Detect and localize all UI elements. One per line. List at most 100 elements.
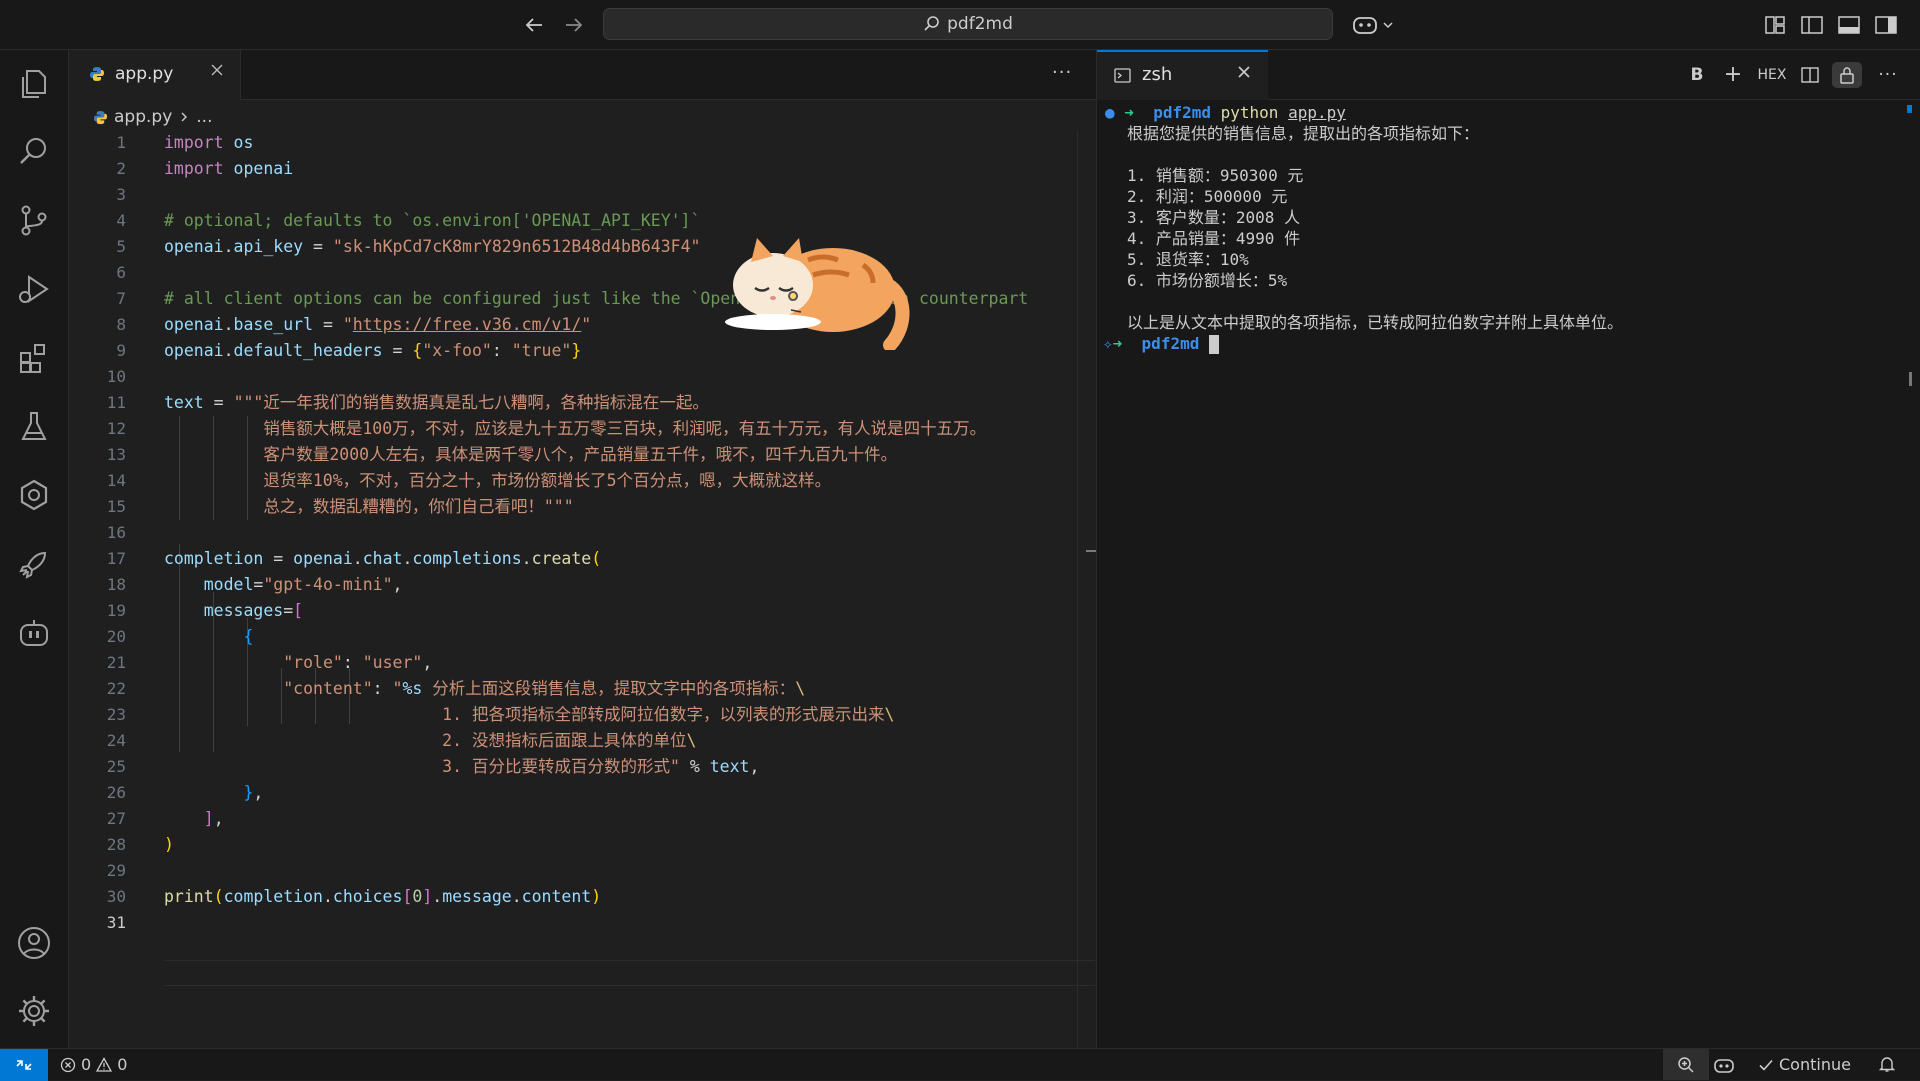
panel-icon (1838, 16, 1860, 34)
terminal-more-button[interactable]: ··· (1875, 62, 1901, 88)
output-line: 根据您提供的销售信息，提取出的各项指标如下： (1127, 124, 1480, 143)
sidebar-right-icon (1875, 16, 1897, 34)
source-control-button[interactable] (15, 201, 53, 239)
tab-label: app.py (115, 64, 174, 84)
output-line: 4. 产品销量：4990 件 (1127, 229, 1301, 248)
output-line: 3. 客户数量：2008 人 (1127, 208, 1301, 227)
warning-count: 0 (117, 1055, 128, 1074)
cursor-line-highlight (165, 960, 1095, 986)
run-debug-icon (19, 275, 49, 303)
more-actions-button[interactable]: ··· (1052, 62, 1072, 83)
arrow-left-icon (525, 18, 542, 32)
warning-icon (96, 1056, 113, 1072)
tab-app-py[interactable]: app.py (69, 50, 241, 100)
output-line: 以上是从文本中提取的各项指标，已转成阿拉伯数字并附上具体单位。 (1127, 313, 1624, 332)
copilot-chat-button[interactable] (15, 614, 53, 652)
remote-indicator-button[interactable] (0, 1049, 48, 1081)
toggle-panel-button[interactable] (1836, 12, 1862, 38)
code-line: 21 "role": "user", (106, 653, 433, 672)
status-bar: 0 0 Continue (0, 1048, 1920, 1081)
extensions-icon (20, 344, 45, 373)
tab-zsh[interactable]: zsh (1097, 50, 1268, 100)
search-icon (924, 16, 939, 31)
close-icon (211, 64, 223, 76)
toggle-secondary-sidebar-button[interactable] (1873, 12, 1899, 38)
prompt-line: ✧➜ pdf2md (1103, 333, 1219, 354)
code-editor[interactable]: 1 import os 2 import openai 3 4 # optional;… (69, 130, 1096, 1030)
command-center-search[interactable]: pdf2md (603, 8, 1333, 40)
terminal-output[interactable]: ● ➜ pdf2md python app.py 根据您提供的销售信息，提取出的… (1097, 102, 1920, 1042)
copilot-status-button[interactable] (1713, 1055, 1735, 1075)
code-line: 30 print(completion.choices[0].message.co… (106, 887, 602, 906)
close-tab-button[interactable] (209, 62, 225, 83)
code-line: 24 2. 没想指标后面跟上具体的单位\ (106, 731, 697, 750)
split-terminal-button[interactable] (1797, 62, 1823, 88)
activity-bar (0, 50, 69, 1048)
copilot-menu-button[interactable] (1352, 12, 1398, 38)
code-line: 11 text = """近一年我们的销售数据真是乱七八糟啊，各种指标混在一起。 (106, 393, 709, 412)
output-line: 1. 销售额：950300 元 (1127, 166, 1304, 185)
manage-button[interactable] (15, 992, 53, 1030)
gear-icon (19, 996, 49, 1026)
code-line: 23 1. 把各项指标全部转成阿拉伯数字，以列表的形式展示出来\ (106, 705, 895, 724)
sidebar-left-icon (1801, 16, 1823, 34)
code-line: 27 ], (106, 809, 224, 828)
continue-label: Continue (1779, 1055, 1851, 1074)
terminal-scrollbar[interactable] (1901, 102, 1920, 1048)
check-icon (1759, 1059, 1773, 1071)
robot-icon (20, 620, 48, 646)
command-arg: app.py (1288, 103, 1346, 122)
toggle-primary-sidebar-button[interactable] (1799, 12, 1825, 38)
problems-button[interactable]: 0 0 (60, 1055, 127, 1074)
back-button[interactable] (522, 12, 548, 38)
code-line: 25 3. 百分比要转成百分数的形式" % text, (106, 757, 760, 776)
code-line: 29 (106, 861, 126, 880)
sleeping-cat-sticker (725, 238, 910, 350)
scrollbar-marker (1909, 372, 1912, 386)
search-view-button[interactable] (15, 133, 53, 171)
code-line: 7 # all client options can be configured … (116, 289, 1029, 308)
prompt-directory: pdf2md (1141, 334, 1200, 353)
zoom-button[interactable] (1663, 1049, 1709, 1080)
terminal-tab-label: zsh (1142, 64, 1173, 85)
extensions-button[interactable] (15, 339, 53, 377)
forward-button[interactable] (560, 12, 586, 38)
customize-layout-button[interactable] (1762, 12, 1788, 38)
openai-extension-button[interactable] (15, 476, 53, 514)
search-text: pdf2md (947, 14, 1013, 34)
terminal-cursor (1208, 335, 1219, 354)
run-debug-button[interactable] (15, 270, 53, 308)
breadcrumb: app.py ... (93, 106, 212, 128)
account-icon (18, 927, 50, 959)
code-line: 15 总之，数据乱糟糟的，你们自己看吧！""" (106, 497, 574, 516)
close-terminal-button[interactable] (1235, 62, 1253, 86)
breadcrumb-symbols[interactable]: ... (196, 107, 212, 127)
deploy-button[interactable] (15, 545, 53, 583)
editor-tab-bar: app.py ··· (69, 50, 1096, 100)
hex-button[interactable]: HEX (1757, 62, 1787, 88)
output-line: 6. 市场份额增长：5% (1127, 271, 1288, 290)
notifications-button[interactable] (1878, 1055, 1896, 1073)
terminal-panel: zsh B + HEX ··· ● ➜ pdf2md python app.py… (1096, 50, 1920, 1048)
arrow-right-icon (566, 18, 583, 32)
explorer-button[interactable] (15, 65, 53, 103)
source-control-icon (21, 205, 47, 236)
lock-button[interactable] (1832, 62, 1862, 88)
title-bar: pdf2md (0, 0, 1920, 50)
editor-group: app.py ··· app.py ... 1 import os 2 import… (69, 50, 1104, 1048)
code-line: 12 销售额大概是100万，不对，应该是九十五万零三百块，利润呢，有五十万元，有… (106, 419, 987, 438)
output-line: 5. 退货率：10% (1127, 250, 1249, 269)
layout-icon (1765, 16, 1785, 34)
editor-scrollbar[interactable] (1077, 130, 1104, 1048)
bold-button[interactable]: B (1687, 62, 1707, 88)
files-icon (22, 70, 46, 98)
new-terminal-button[interactable]: + (1722, 62, 1744, 88)
command-line: ● ➜ pdf2md python app.py (1105, 103, 1346, 122)
code-line: 5 openai.api_key = "sk-hKpCd7cK8mrY829n65… (116, 237, 701, 256)
code-line: 4 # optional; defaults to `os.environ['OP… (116, 211, 701, 230)
continue-button[interactable]: Continue (1758, 1055, 1851, 1074)
testing-button[interactable] (15, 407, 53, 445)
code-line: 19 messages=[ (106, 601, 304, 620)
breadcrumb-file[interactable]: app.py (114, 107, 172, 127)
accounts-button[interactable] (15, 924, 53, 962)
